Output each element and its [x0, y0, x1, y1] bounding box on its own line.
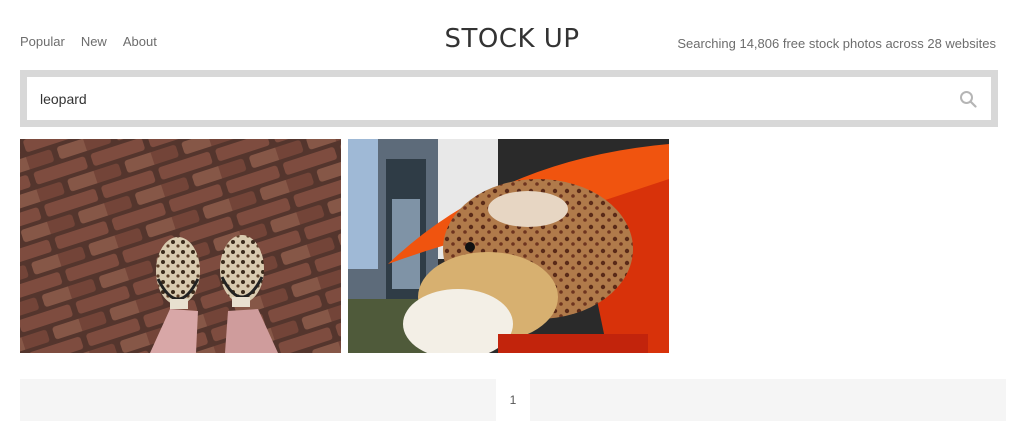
next-page-button[interactable]: [530, 379, 1006, 421]
page: Popular New About STOCK UP Searching 14,…: [0, 0, 1024, 432]
search-box: [27, 77, 991, 120]
search-icon[interactable]: [959, 90, 977, 108]
result-photo[interactable]: [348, 139, 669, 353]
site-tagline: Searching 14,806 free stock photos acros…: [677, 36, 996, 51]
results-grid: [20, 139, 669, 353]
previous-page-button[interactable]: [20, 379, 496, 421]
header: Popular New About STOCK UP Searching 14,…: [0, 0, 1024, 70]
search-bar: [20, 70, 998, 127]
current-page-number: 1: [496, 379, 530, 421]
search-input[interactable]: [27, 77, 947, 120]
photo-leopard-shoes-image: [20, 139, 341, 353]
result-photo[interactable]: [20, 139, 341, 353]
photo-leopard-toy-image: [348, 139, 669, 353]
pagination: 1: [20, 379, 1006, 421]
